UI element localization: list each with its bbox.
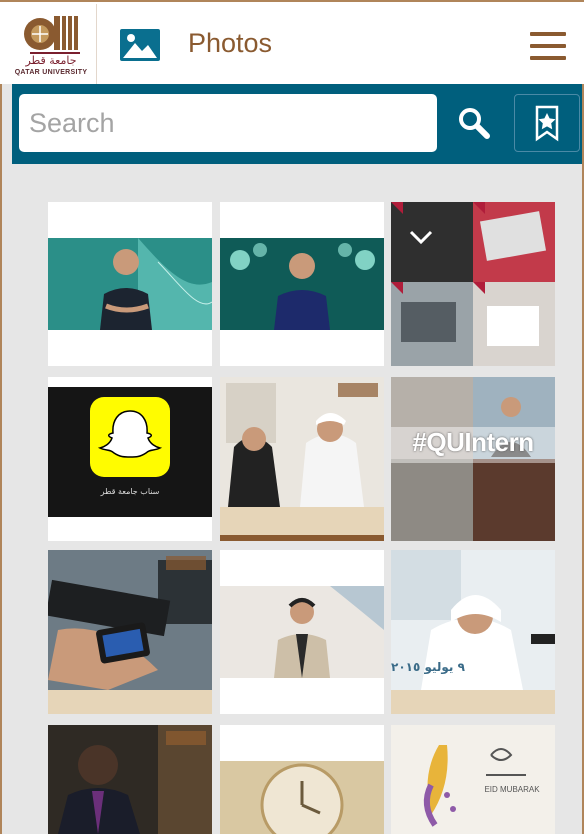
hamburger-menu-button[interactable] — [530, 32, 566, 60]
logo-english-text: QATAR UNIVERSITY — [14, 69, 88, 76]
photo-tile[interactable] — [391, 202, 555, 366]
bookmark-star-icon — [535, 105, 559, 142]
photo-thumbnail — [48, 550, 212, 714]
photo-thumbnail — [48, 202, 212, 366]
photo-tile[interactable]: سناب جامعة قطر — [48, 377, 212, 541]
photo-tile[interactable] — [48, 725, 212, 834]
photo-tile[interactable] — [220, 550, 384, 714]
photo-thumbnail — [391, 377, 555, 541]
photo-grid: سناب جامعة قطر #QUIntern ٩ يوليو ٢٠١٥ EI… — [48, 202, 556, 834]
logo-arabic-text: جامعة قطر — [25, 54, 77, 67]
photo-thumbnail — [391, 202, 555, 366]
photo-tile[interactable] — [48, 550, 212, 714]
photo-thumbnail — [391, 550, 555, 714]
photo-thumbnail — [48, 725, 212, 834]
photo-thumbnail — [48, 377, 212, 541]
qatar-university-logo[interactable]: جامعة قطر QATAR UNIVERSITY — [2, 4, 97, 84]
tile-caption: #QUIntern — [412, 427, 534, 457]
photo-thumbnail — [220, 550, 384, 714]
photo-thumbnail — [220, 377, 384, 541]
search-icon — [459, 108, 490, 139]
tile-caption: سناب جامعة قطر — [100, 487, 160, 496]
search-input[interactable] — [19, 94, 437, 152]
bookmarks-button[interactable] — [514, 94, 580, 152]
photo-tile[interactable]: #QUIntern — [391, 377, 555, 541]
photo-thumbnail — [220, 725, 384, 834]
photo-tile[interactable] — [220, 377, 384, 541]
photo-tile[interactable]: ٩ يوليو ٢٠١٥ — [391, 550, 555, 714]
search-bar — [12, 84, 582, 164]
page-title: Photos — [188, 28, 273, 58]
search-button[interactable] — [457, 106, 491, 140]
photo-thumbnail — [391, 725, 555, 834]
photo-tile[interactable] — [220, 202, 384, 366]
photo-tile[interactable] — [220, 725, 384, 834]
photo-tile[interactable]: EID MUBARAK — [391, 725, 555, 834]
photo-tile[interactable] — [48, 202, 212, 366]
tile-caption: ٩ يوليو ٢٠١٥ — [391, 660, 465, 674]
tile-caption: EID MUBARAK — [484, 785, 540, 794]
hamburger-menu-icon — [530, 32, 566, 36]
app-header: جامعة قطر QATAR UNIVERSITY Photos — [0, 0, 584, 84]
photo-thumbnail — [220, 202, 384, 366]
image-icon — [120, 29, 160, 61]
